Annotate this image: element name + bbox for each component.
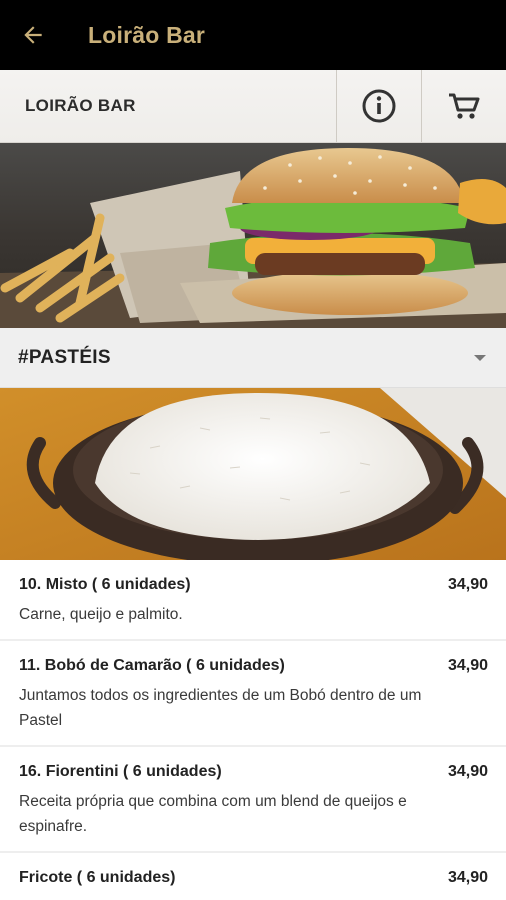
page-title: Loirão Bar: [88, 21, 206, 48]
item-price: 34,90: [447, 657, 488, 674]
item-description: Juntamos todos os ingredientes de um Bob…: [19, 687, 422, 729]
list-item[interactable]: 10. Misto ( 6 unidades) 34,90 Carne, que…: [0, 560, 506, 641]
item-name: 11. Bobó de Camarão ( 6 unidades): [19, 657, 285, 674]
item-price: 34,90: [447, 576, 488, 593]
store-bar: LOIRÃO BAR: [0, 70, 506, 143]
item-name: 10. Misto ( 6 unidades): [19, 576, 191, 593]
arrow-left-icon: [24, 26, 42, 44]
back-button[interactable]: [0, 0, 70, 70]
store-banner-image: [0, 143, 506, 328]
list-item[interactable]: Fricote ( 6 unidades) 34,90: [0, 853, 506, 900]
item-description: Carne, queijo e palmito.: [19, 606, 183, 623]
category-dropdown[interactable]: #PASTÉIS: [0, 328, 506, 388]
item-name: 16. Fiorentini ( 6 unidades): [19, 763, 222, 780]
item-name: Fricote ( 6 unidades): [19, 869, 176, 886]
store-name: LOIRÃO BAR: [25, 96, 136, 115]
cart-icon: [449, 93, 480, 119]
menu-list: 10. Misto ( 6 unidades) 34,90 Carne, que…: [0, 560, 506, 900]
chevron-down-icon: [474, 354, 486, 361]
app-bar: Loirão Bar: [0, 0, 506, 70]
item-description: Receita própria que combina com um blend…: [19, 793, 407, 835]
item-price: 34,90: [447, 763, 488, 780]
info-icon: [362, 89, 396, 123]
cart-button[interactable]: [421, 70, 506, 142]
item-price: 34,90: [447, 869, 488, 886]
info-button[interactable]: [336, 70, 421, 142]
list-item[interactable]: 16. Fiorentini ( 6 unidades) 34,90 Recei…: [0, 747, 506, 853]
category-label: #PASTÉIS: [18, 346, 111, 368]
category-image: [0, 388, 506, 560]
list-item[interactable]: 11. Bobó de Camarão ( 6 unidades) 34,90 …: [0, 641, 506, 747]
